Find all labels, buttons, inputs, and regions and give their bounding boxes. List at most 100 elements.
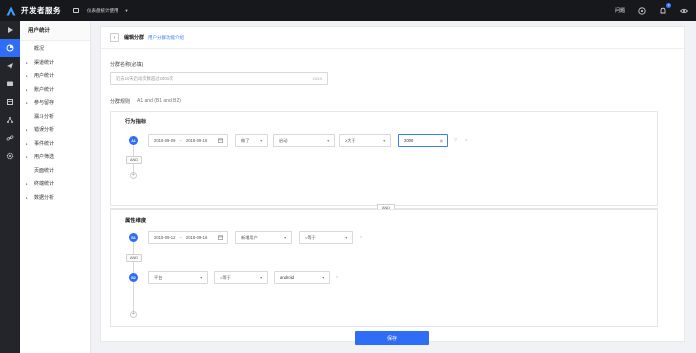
subnav-item[interactable]: 漏斗分析 — [20, 111, 90, 125]
help-icon[interactable] — [637, 6, 646, 15]
icon-rail — [0, 21, 20, 353]
subnav-item[interactable]: ▸ 事件统计 — [20, 138, 90, 152]
subnav-item[interactable]: 概况 — [20, 43, 90, 57]
date-range-a1[interactable]: 2018-09-09 ~ 2018-09-16 — [148, 134, 228, 147]
app-selector[interactable]: 仪表盘统计使用 — [87, 8, 119, 14]
and-tag-a[interactable]: AND — [126, 156, 143, 164]
chevron-down-icon: ▼ — [283, 235, 287, 240]
subnav-item[interactable]: ▸ 账户统计 — [20, 84, 90, 98]
chevron-right-icon: ▸ — [26, 60, 28, 65]
chevron-right-icon: ▸ — [26, 155, 28, 159]
date-end: 2018-09-16 — [185, 138, 208, 143]
attribute-group: 属性维度 B1 2018-09-12 ~ 2018-09-16 新增用户 ▼ =… — [110, 209, 658, 327]
back-button[interactable]: ‹ — [110, 33, 119, 42]
subnav-item-label: 用户统计 — [34, 73, 55, 79]
chevron-right-icon: ▸ — [26, 101, 28, 105]
add-attribute-button[interactable]: + — [130, 311, 137, 318]
subnav-item-label: 概况 — [34, 46, 45, 52]
subnav-list: 概况 ▸ 渠道统计 ▸ 用户统计 ▸ 账户统计 ▸ 参与留存 漏斗分析 ▸ 错误分析 ▸ 事件统计 ▸ 用户筛… — [20, 41, 90, 205]
chevron-right-icon: ▸ — [26, 141, 28, 146]
tree-icon[interactable] — [0, 111, 20, 129]
subnav-title: 用户统计 — [20, 21, 90, 41]
event-select[interactable]: 启动 ▼ — [273, 134, 335, 147]
subnav-item[interactable]: ▸ 渠道统计 — [20, 57, 90, 71]
operator-select-b1[interactable]: =等于 ▼ — [299, 231, 353, 244]
chevron-right-icon: ▸ — [26, 128, 28, 132]
attribute-title: 属性维度 — [125, 218, 147, 224]
date-separator: ~ — [179, 235, 182, 240]
close-icon[interactable]: × — [465, 137, 467, 142]
row-id-b2: B2 — [129, 273, 138, 282]
date-separator: ~ — [179, 138, 182, 143]
chevron-right-icon: ▸ — [26, 87, 28, 92]
save-button[interactable]: 保存 — [355, 331, 429, 345]
logo-icon[interactable] — [6, 6, 16, 16]
bell-icon[interactable]: 2 — [658, 3, 671, 15]
chevron-down-icon[interactable]: ▼ — [125, 8, 129, 13]
subnav-item-label: 数据分析 — [34, 194, 55, 201]
sub-nav: 用户统计 概况 ▸ 渠道统计 ▸ 用户统计 ▸ 账户统计 ▸ 参与留存 漏斗分析 ▸ 错误分析 ▸ 事件统… — [20, 21, 91, 353]
property-value: 新增用户 — [241, 234, 258, 240]
segment-name-label: 分群名称(必填) — [110, 62, 144, 68]
top-bar: 开发者服务 仪表盘统计使用 ▼ 问题 2 — [0, 0, 696, 21]
link-icon[interactable] — [0, 129, 20, 147]
subnav-item[interactable]: ▸ 错误分析 — [20, 124, 90, 138]
add-behavior-button[interactable]: + — [130, 172, 137, 179]
value-select-b2[interactable]: android ▼ — [274, 271, 330, 284]
brand-title: 开发者服务 — [21, 6, 61, 15]
app-switch-icon[interactable] — [73, 8, 79, 13]
box-icon[interactable] — [0, 93, 20, 111]
operator-value: =等于 — [220, 274, 231, 280]
subnav-item-label: 参与留存 — [34, 100, 55, 106]
rule-expression: A1 and (B1 and B2) — [137, 98, 181, 104]
segment-editor-card: ‹ 编辑分群 用户分群功能介绍 分群名称(必填) 近去10天启动次数超过2000… — [100, 26, 685, 342]
subnav-item-label: 渠道统计 — [34, 59, 55, 66]
gear-icon[interactable] — [0, 147, 20, 165]
close-icon[interactable]: × — [336, 274, 338, 279]
subnav-item-label: 用户筛选 — [34, 154, 55, 160]
date-start: 2018-09-12 — [154, 235, 176, 240]
close-icon[interactable]: × — [360, 234, 362, 239]
page-title: 编辑分群 — [124, 35, 145, 41]
date-start: 2018-09-09 — [154, 138, 176, 143]
play-icon[interactable] — [0, 21, 20, 39]
operator-select-b2[interactable]: =等于 ▼ — [214, 271, 268, 284]
event-value: 启动 — [279, 137, 288, 143]
rule-label: 分群规则 — [110, 99, 131, 105]
subnav-item-label: 终端统计 — [34, 181, 55, 187]
filter-icon[interactable]: ▽ — [454, 137, 457, 142]
chevron-right-icon: ▸ — [26, 182, 28, 186]
subnav-item[interactable]: ▸ 数据分析 — [20, 192, 90, 206]
subnav-item[interactable]: 页面统计 — [20, 165, 90, 179]
date-end: 2018-09-16 — [185, 235, 208, 240]
aggregate-select[interactable]: 做了 ▼ — [235, 134, 268, 147]
main-content: ‹ 编辑分群 用户分群功能介绍 分群名称(必填) 近去10天启动次数超过2000… — [91, 21, 696, 353]
subnav-item-label: 漏斗分析 — [34, 113, 55, 120]
behavior-group: 行为指标 A1 2018-09-09 ~ 2018-09-16 做了 ▼ 启动 … — [110, 111, 658, 206]
chart-pie-icon[interactable] — [0, 39, 20, 57]
send-icon[interactable] — [0, 57, 20, 75]
operator-select-a1[interactable]: ≥大于 ▼ — [339, 134, 391, 147]
property-select-b2[interactable]: 平台 ▼ — [148, 271, 208, 284]
card-header: ‹ 编辑分群 用户分群功能介绍 — [101, 27, 684, 49]
row-id-a1: A1 — [129, 136, 138, 145]
property-select-b1[interactable]: 新增用户 ▼ — [235, 231, 292, 244]
subnav-item[interactable]: ▸ 终端统计 — [20, 178, 90, 192]
eye-icon[interactable] — [679, 6, 688, 15]
value-text: 2000 — [404, 138, 414, 143]
date-range-b1[interactable]: 2018-09-12 ~ 2018-09-16 — [148, 231, 228, 244]
subnav-item-label: 账户统计 — [34, 86, 55, 93]
subnav-item[interactable]: ▸ 用户统计 — [20, 70, 90, 84]
notification-badge: 2 — [666, 3, 671, 8]
and-tag-b[interactable]: AND — [126, 254, 143, 262]
value-input-a1[interactable]: 2000 ▣ — [398, 134, 448, 147]
help-link[interactable]: 用户分群功能介绍 — [148, 35, 184, 41]
message-icon[interactable] — [0, 75, 20, 93]
doc-link[interactable]: 问题 — [615, 7, 625, 14]
subnav-item[interactable]: ▸ 用户筛选 — [20, 151, 90, 165]
segment-name-input[interactable]: 近去10天启动次数超过2000次 15/10 — [110, 72, 328, 85]
value-text: android — [280, 275, 294, 280]
char-counter: 15/10 — [312, 76, 322, 81]
subnav-item[interactable]: ▸ 参与留存 — [20, 97, 90, 111]
chevron-down-icon: ▼ — [321, 275, 325, 280]
